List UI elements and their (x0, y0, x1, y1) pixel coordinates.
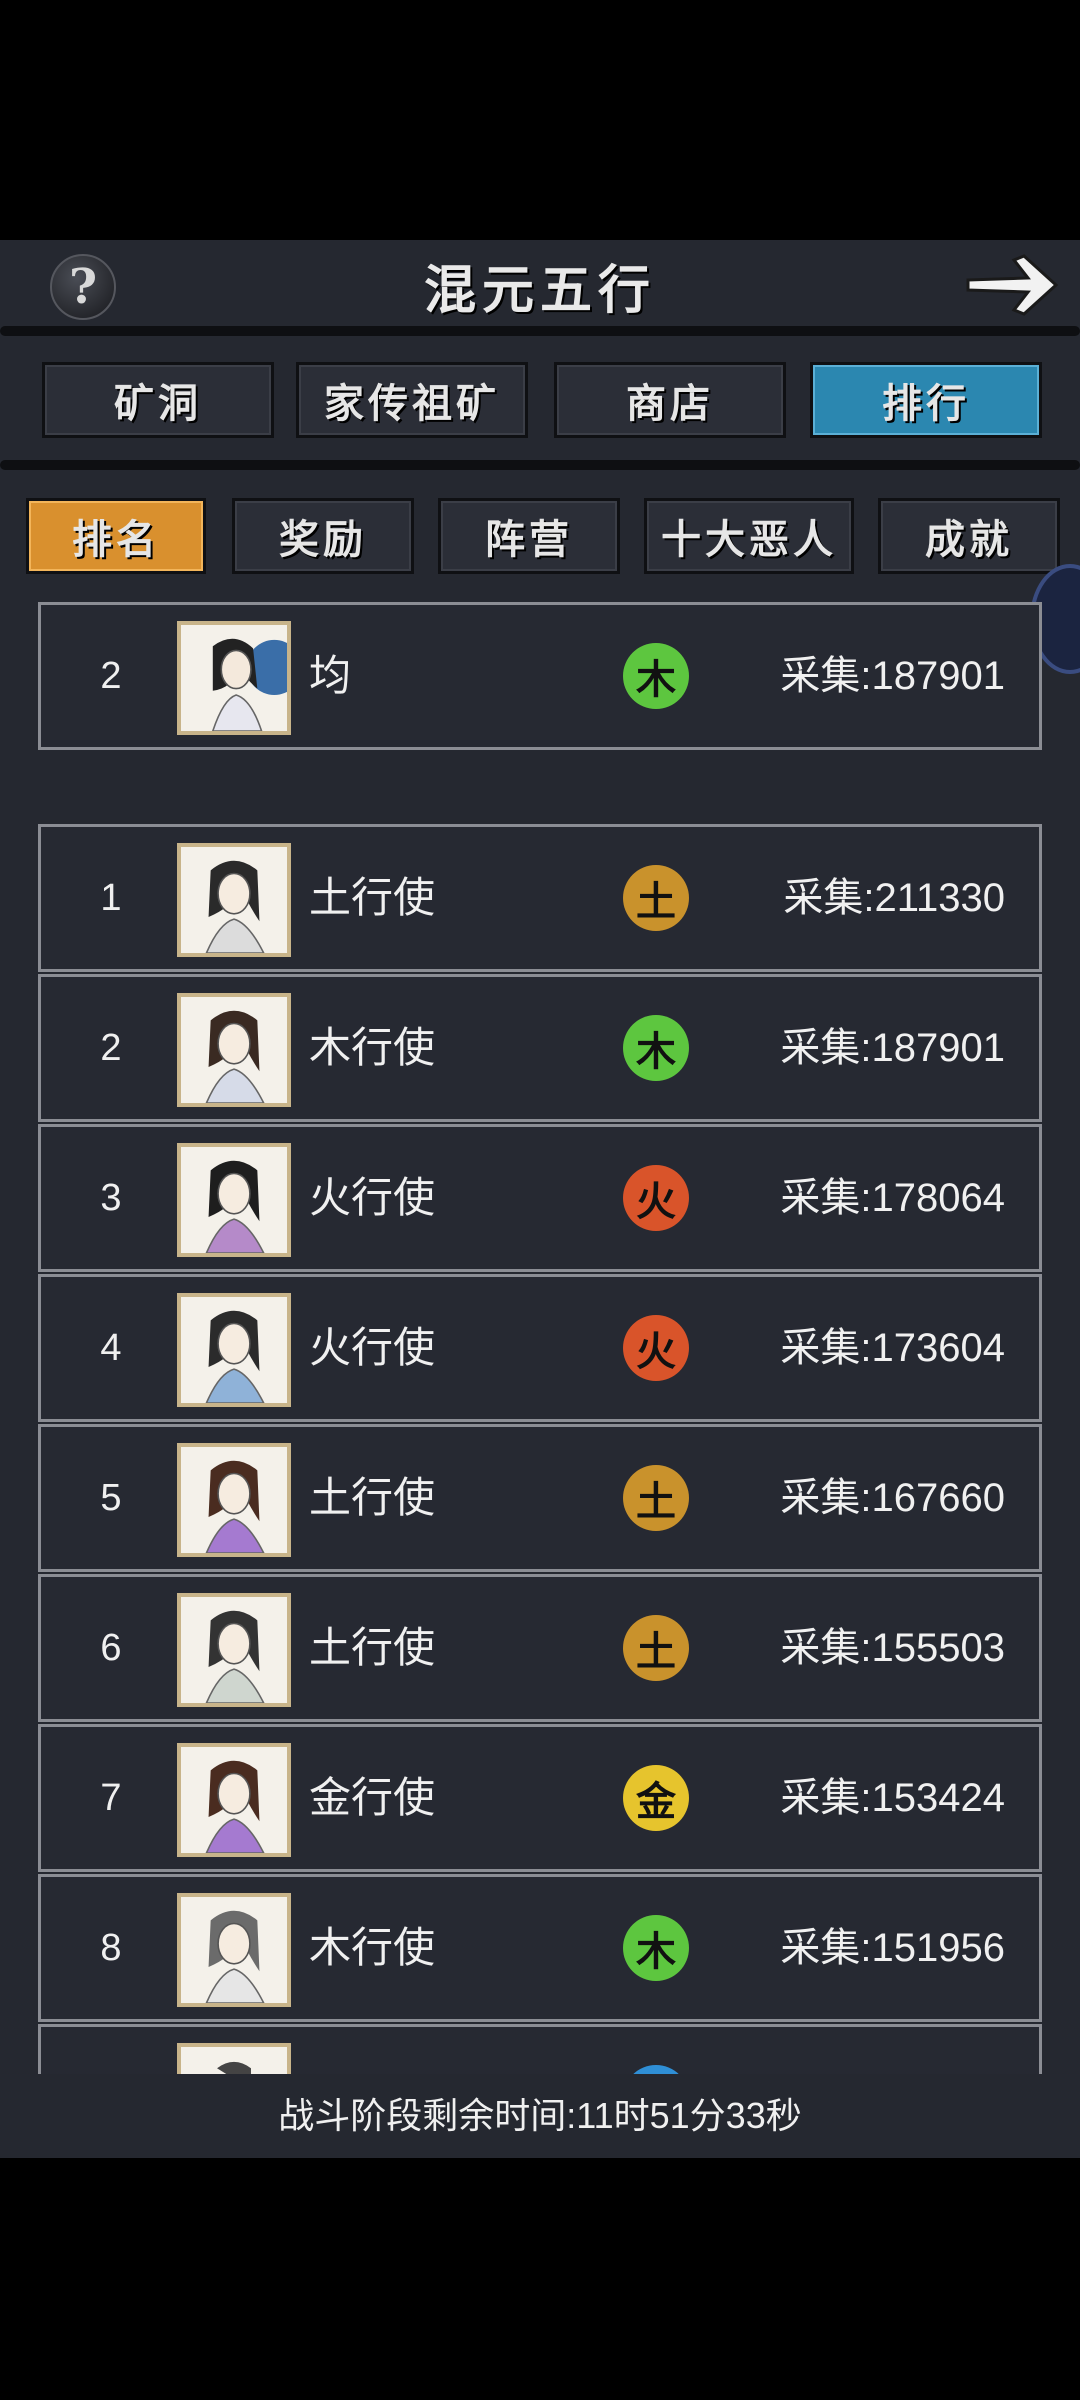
rank-number: 6 (100, 1627, 122, 1669)
score: 采集:178064 (780, 1176, 1005, 1220)
app-screen: ? 混元五行 矿洞 家传祖矿 商店 排行 排名 奖励 阵营 十大恶人 成就 2 … (0, 240, 1080, 2158)
score: 采集:155503 (780, 1626, 1005, 1670)
avatar (177, 1293, 291, 1407)
avatar (177, 621, 291, 735)
ranking-row[interactable]: 5 土行使 土 采集:167660 (38, 1424, 1042, 1572)
player-name: 火行使 (309, 1324, 436, 1371)
player-name: 土行使 (309, 1624, 436, 1671)
tab-ranking[interactable]: 排行 (810, 362, 1042, 438)
player-name: 土行使 (309, 874, 436, 921)
tab-mine-cave[interactable]: 矿洞 (42, 362, 274, 438)
element-badge: 木 (623, 1915, 689, 1981)
arrow-right-icon (966, 254, 1059, 316)
element-badge: 土 (623, 865, 689, 931)
avatar (177, 1893, 291, 2007)
score: 采集:187901 (780, 1026, 1005, 1070)
rank-number: 7 (100, 1777, 122, 1819)
player-name: 土行使 (309, 1474, 436, 1521)
main-tabs: 矿洞 家传祖矿 商店 排行 (42, 362, 1042, 438)
score: 采集:211330 (783, 876, 1005, 920)
countdown-text: 战斗阶段剩余时间:11时51分33秒 (0, 2074, 1080, 2158)
sub-tabs: 排名 奖励 阵营 十大恶人 成就 (26, 498, 1080, 576)
avatar (177, 843, 291, 957)
rank-number: 5 (100, 1477, 122, 1519)
player-name: 火行使 (309, 1174, 436, 1221)
player-name: 金行使 (309, 1774, 436, 1821)
ranking-row[interactable]: 1 土行使 土 采集:211330 (38, 824, 1042, 972)
ranking-row[interactable]: 7 金行使 金 采集:153424 (38, 1724, 1042, 1872)
subtab-rewards[interactable]: 奖励 (232, 498, 414, 574)
rank-number: 3 (100, 1177, 122, 1219)
avatar (177, 1593, 291, 1707)
avatar (177, 1743, 291, 1857)
tab-shop[interactable]: 商店 (554, 362, 786, 438)
ranking-row[interactable]: 2 木行使 木 采集:187901 (38, 974, 1042, 1122)
subtab-ten-villains[interactable]: 十大恶人 (644, 498, 854, 574)
score: 采集:153424 (780, 1776, 1005, 1820)
rank-number: 1 (100, 877, 122, 919)
subtab-camp[interactable]: 阵营 (438, 498, 620, 574)
ranking-row[interactable]: 8 木行使 木 采集:151956 (38, 1874, 1042, 2022)
score: 采集:167660 (780, 1476, 1005, 1520)
player-name: 均 (309, 652, 352, 699)
divider (0, 326, 1080, 336)
back-button[interactable] (962, 250, 1062, 320)
ranking-row[interactable]: 6 土行使 土 采集:155503 (38, 1574, 1042, 1722)
subtab-achievements[interactable]: 成就 (878, 498, 1060, 574)
element-badge: 土 (623, 1615, 689, 1681)
rank-number: 2 (100, 655, 122, 697)
element-badge: 火 (623, 1315, 689, 1381)
divider (0, 460, 1080, 470)
element-badge: 金 (623, 1765, 689, 1831)
header: ? 混元五行 (0, 240, 1080, 326)
score: 采集:173604 (780, 1326, 1005, 1370)
score: 采集:151956 (780, 1926, 1005, 1970)
element-badge: 木 (623, 643, 689, 709)
tab-ancestral-mine[interactable]: 家传祖矿 (296, 362, 528, 438)
subtab-rank[interactable]: 排名 (26, 498, 206, 574)
rank-number: 8 (100, 1927, 122, 1969)
rank-number: 2 (100, 1027, 122, 1069)
rank-number: 4 (100, 1327, 122, 1369)
ranking-row[interactable]: 3 火行使 火 采集:178064 (38, 1124, 1042, 1272)
score: 采集:187901 (780, 654, 1005, 698)
player-name: 木行使 (309, 1024, 436, 1071)
ranking-row[interactable]: 4 火行使 火 采集:173604 (38, 1274, 1042, 1422)
element-badge: 木 (623, 1015, 689, 1081)
player-name: 木行使 (309, 1924, 436, 1971)
element-badge: 土 (623, 1465, 689, 1531)
page-title: 混元五行 (423, 260, 656, 321)
avatar (177, 1143, 291, 1257)
avatar (177, 1443, 291, 1557)
avatar (177, 993, 291, 1107)
element-badge: 火 (623, 1165, 689, 1231)
my-rank-row[interactable]: 2 均 木 采集:187901 (38, 602, 1042, 750)
